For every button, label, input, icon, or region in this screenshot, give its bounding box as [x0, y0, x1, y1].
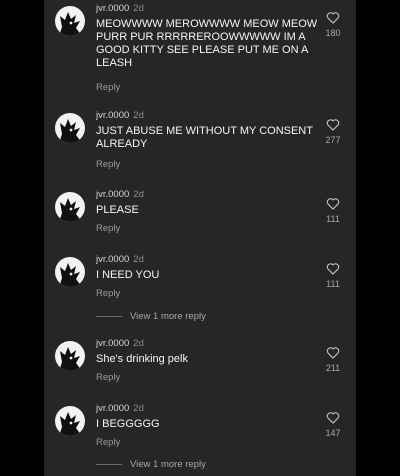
- comment-age: 2d: [133, 110, 144, 121]
- like-button[interactable]: 211: [320, 346, 346, 373]
- comment-age: 2d: [133, 403, 144, 414]
- comment-meta: jvr.0000 2d: [96, 403, 144, 414]
- like-button[interactable]: 111: [320, 262, 346, 289]
- heart-outline-icon: [326, 263, 340, 275]
- username[interactable]: jvr.0000: [96, 403, 129, 414]
- comments-panel: jvr.0000 2d MEOWWWW MEROWWWW MEOW MEOW PU…: [44, 0, 356, 476]
- user-avatar[interactable]: [55, 257, 85, 287]
- user-avatar[interactable]: [55, 192, 85, 222]
- heart-outline-icon: [326, 12, 340, 24]
- like-button[interactable]: 111: [320, 197, 346, 224]
- username[interactable]: jvr.0000: [96, 110, 129, 121]
- like-count: 211: [325, 363, 341, 373]
- like-count: 180: [325, 28, 341, 38]
- comment-text: MEOWWWW MEROWWWW MEOW MEOW PURR PUR RRRR…: [96, 18, 318, 69]
- comment-text: PLEASE: [96, 204, 139, 216]
- like-button[interactable]: 180: [320, 11, 346, 38]
- heart-outline-icon: [326, 119, 340, 131]
- view-more-replies-button[interactable]: View 1 more reply: [96, 311, 206, 322]
- reply-button[interactable]: Reply: [96, 159, 120, 170]
- comment-text: I BEGGGGG: [96, 418, 160, 430]
- reply-button[interactable]: Reply: [96, 437, 120, 448]
- view-more-divider: [96, 315, 122, 317]
- heart-outline-icon: [326, 412, 340, 424]
- reply-button[interactable]: Reply: [96, 223, 120, 234]
- comment-age: 2d: [133, 3, 144, 14]
- user-avatar[interactable]: [55, 113, 85, 143]
- like-count: 147: [325, 428, 341, 438]
- user-avatar[interactable]: [55, 341, 85, 371]
- cat-silhouette-icon: [59, 263, 82, 287]
- cat-silhouette-icon: [59, 347, 82, 371]
- comment-age: 2d: [133, 338, 144, 349]
- username[interactable]: jvr.0000: [96, 254, 129, 265]
- like-count: 111: [326, 214, 340, 224]
- comment-age: 2d: [133, 254, 144, 265]
- comment-meta: jvr.0000 2d: [96, 189, 144, 200]
- view-more-label: View 1 more reply: [130, 459, 206, 470]
- reply-button[interactable]: Reply: [96, 372, 120, 383]
- comment-age: 2d: [133, 189, 144, 200]
- cat-silhouette-icon: [59, 119, 82, 143]
- view-more-replies-button[interactable]: View 1 more reply: [96, 459, 206, 470]
- cat-silhouette-icon: [59, 412, 82, 436]
- heart-outline-icon: [326, 347, 340, 359]
- like-button[interactable]: 147: [320, 411, 346, 438]
- comment-text: She's drinking pelk: [96, 353, 188, 365]
- comment-text: I NEED YOU: [96, 269, 160, 281]
- reply-button[interactable]: Reply: [96, 288, 120, 299]
- user-avatar[interactable]: [55, 6, 85, 36]
- like-count: 277: [325, 135, 341, 145]
- comment-text: JUST ABUSE ME WITHOUT MY CONSENT ALREADY: [96, 125, 313, 150]
- like-count: 111: [326, 279, 340, 289]
- comment-meta: jvr.0000 2d: [96, 110, 144, 121]
- cat-silhouette-icon: [59, 198, 82, 222]
- user-avatar[interactable]: [55, 406, 85, 436]
- cat-silhouette-icon: [59, 12, 82, 36]
- username[interactable]: jvr.0000: [96, 3, 129, 14]
- username[interactable]: jvr.0000: [96, 338, 129, 349]
- comment-meta: jvr.0000 2d: [96, 3, 144, 14]
- username[interactable]: jvr.0000: [96, 189, 129, 200]
- comment-meta: jvr.0000 2d: [96, 254, 144, 265]
- heart-outline-icon: [326, 198, 340, 210]
- comment-meta: jvr.0000 2d: [96, 338, 144, 349]
- like-button[interactable]: 277: [320, 118, 346, 145]
- view-more-label: View 1 more reply: [130, 311, 206, 322]
- reply-button[interactable]: Reply: [96, 82, 120, 93]
- view-more-divider: [96, 463, 122, 465]
